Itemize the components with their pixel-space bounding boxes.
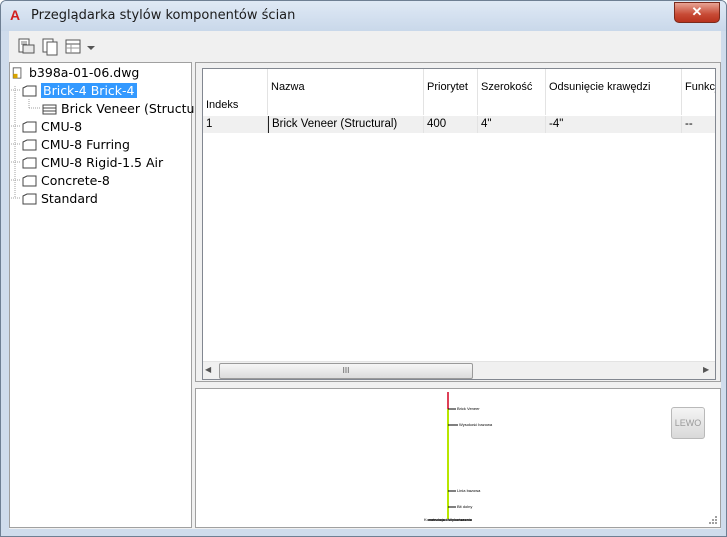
preview-label: Bit dolny bbox=[457, 504, 473, 509]
tree-item-standard[interactable]: Standard bbox=[22, 190, 98, 208]
tree-item-cmu-8-furring[interactable]: CMU-8 Furring bbox=[22, 136, 130, 154]
cell-function[interactable]: -- bbox=[682, 116, 715, 133]
cell-index[interactable]: 1 bbox=[203, 116, 268, 133]
column-header-priority[interactable]: Priorytet bbox=[424, 69, 478, 115]
tree-root-label: b398a-01-06.dwg bbox=[29, 65, 140, 80]
toolbar bbox=[9, 31, 721, 61]
folder-icon bbox=[22, 175, 37, 187]
scroll-left-icon[interactable]: ◀ bbox=[205, 365, 215, 375]
tree-item-label: CMU-8 Rigid-1.5 Air bbox=[41, 155, 164, 170]
column-header-label: Nazwa bbox=[271, 81, 305, 93]
close-button[interactable]: ✕ bbox=[674, 2, 720, 23]
column-header-index[interactable]: Indeks bbox=[203, 69, 268, 115]
preview-label: Linia bazowa bbox=[457, 488, 481, 493]
column-header-label: Szerokość bbox=[481, 81, 533, 93]
left-side-button[interactable]: LEWO bbox=[671, 407, 705, 439]
tree-item-brick-veneer[interactable]: Brick Veneer (Structural) bbox=[42, 100, 216, 118]
folder-icon bbox=[22, 193, 37, 205]
folder-icon bbox=[22, 139, 37, 151]
chevron-down-icon[interactable] bbox=[86, 37, 96, 57]
dwg-file-icon bbox=[12, 67, 22, 79]
component-grid-panel: Indeks Nazwa Priorytet Szerokość Odsunię… bbox=[195, 62, 721, 382]
table-view-icon[interactable] bbox=[64, 37, 84, 57]
column-header-width[interactable]: Szerokość bbox=[478, 69, 546, 115]
tree-item-label: Standard bbox=[41, 191, 98, 206]
title-bar[interactable]: A Przeglądarka stylów komponentów ścian … bbox=[1, 1, 726, 31]
paste-style-icon[interactable] bbox=[40, 37, 60, 57]
tree-item-cmu-8-rigid[interactable]: CMU-8 Rigid-1.5 Air bbox=[22, 154, 163, 172]
tree-item-label: Brick-4 Brick-4 bbox=[41, 83, 137, 98]
wall-preview: Brick Veneer Wysokość bazowa Linia bazow… bbox=[195, 388, 721, 528]
folder-icon bbox=[22, 85, 37, 97]
column-header-label: Indeks bbox=[206, 99, 239, 111]
tree-item-label: CMU-8 bbox=[41, 119, 83, 134]
client-area: b398a-01-06.dwg Brick-4 Brick-4 Brick Ve… bbox=[9, 31, 721, 529]
cell-name[interactable]: Brick Veneer (Structural) bbox=[268, 116, 424, 133]
tree-item-label: Concrete-8 bbox=[41, 173, 110, 188]
column-header-label: Funkcja bbox=[685, 81, 715, 93]
style-tree[interactable]: b398a-01-06.dwg Brick-4 Brick-4 Brick Ve… bbox=[9, 62, 216, 528]
folder-icon bbox=[22, 121, 37, 133]
cell-edge-offset[interactable]: -4" bbox=[546, 116, 682, 133]
tree-item-concrete-8[interactable]: Concrete-8 bbox=[22, 172, 110, 190]
window-title: Przeglądarka stylów komponentów ścian bbox=[31, 8, 296, 23]
tree-item-cmu-8[interactable]: CMU-8 bbox=[22, 118, 82, 136]
autocad-logo-icon: A bbox=[10, 7, 21, 23]
preview-label: Wysokość bazowa bbox=[459, 422, 493, 427]
preview-label: Konstrukcja / Wykończenie bbox=[424, 517, 472, 522]
copy-style-icon[interactable] bbox=[17, 37, 37, 57]
cell-priority[interactable]: 400 bbox=[424, 116, 478, 133]
column-header-label: Odsunięcie krawędzi bbox=[549, 81, 651, 93]
cell-width[interactable]: 4" bbox=[478, 116, 546, 133]
component-grid[interactable]: Indeks Nazwa Priorytet Szerokość Odsunię… bbox=[202, 68, 716, 380]
tree-item-label: CMU-8 Furring bbox=[41, 137, 130, 152]
tree-root-file[interactable]: b398a-01-06.dwg bbox=[10, 64, 139, 82]
column-header-edge-offset[interactable]: Odsunięcie krawędzi bbox=[546, 69, 682, 115]
tree-item-label: Brick Veneer (Structural) bbox=[61, 101, 216, 116]
folder-icon bbox=[22, 157, 37, 169]
preview-label: Brick Veneer bbox=[457, 406, 480, 411]
wall-style-browser-window: A Przeglądarka stylów komponentów ścian … bbox=[0, 0, 727, 537]
wall-component-icon bbox=[42, 104, 57, 115]
column-header-function[interactable]: Funkcja bbox=[682, 69, 715, 115]
tree-item-brick-4[interactable]: Brick-4 Brick-4 bbox=[22, 82, 137, 100]
resize-grip-icon[interactable] bbox=[708, 515, 718, 525]
horizontal-scrollbar[interactable]: ◀ III ▶ bbox=[203, 361, 715, 379]
scroll-right-icon[interactable]: ▶ bbox=[703, 365, 713, 375]
column-header-name[interactable]: Nazwa bbox=[268, 69, 424, 115]
scroll-thumb[interactable]: III bbox=[219, 363, 473, 379]
column-header-label: Priorytet bbox=[427, 81, 468, 93]
